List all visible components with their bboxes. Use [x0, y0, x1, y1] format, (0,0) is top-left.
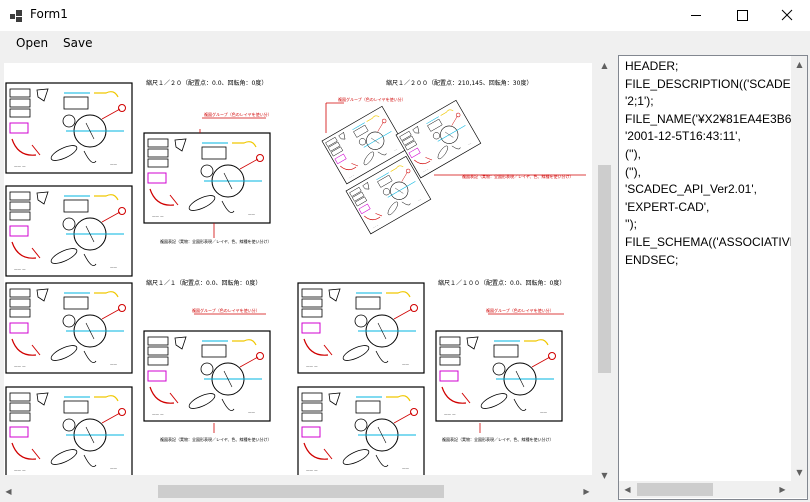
output-line: '2;1');: [625, 94, 654, 109]
menu-bar: Open Save: [0, 31, 810, 55]
drawing-canvas[interactable]: —— — ——: [4, 63, 592, 475]
drawing-sheet: [297, 282, 425, 374]
close-button[interactable]: [764, 0, 810, 31]
drawing-vertical-scrollbar[interactable]: ▲ ▼: [596, 57, 613, 485]
cad-drawing: —— — ——: [5, 79, 586, 475]
output-line: FILE_DESCRIPTION(('SCADEC level 2'),: [625, 76, 791, 91]
drawing-sheet: [297, 386, 425, 475]
output-line: 'SCADEC_API_Ver2.01',: [625, 182, 757, 197]
output-line: HEADER;: [625, 59, 679, 73]
output-line: '2001-12-5T16:43:11',: [625, 129, 741, 144]
horizontal-scroll-thumb[interactable]: [637, 483, 713, 496]
maximize-button[interactable]: [719, 0, 765, 31]
close-icon: [781, 9, 793, 21]
vertical-scroll-thumb[interactable]: [598, 165, 611, 373]
text-vertical-scrollbar[interactable]: ▲ ▼: [791, 56, 807, 481]
minimize-icon: [691, 15, 701, 16]
drawing-panel: —— — ——: [0, 57, 614, 502]
drawing-horizontal-scrollbar[interactable]: ◀ ▶: [0, 483, 596, 500]
text-horizontal-scrollbar[interactable]: ◀ ▶: [619, 481, 791, 498]
group-note: 複図グループ（色のレイヤを使い分）: [338, 96, 406, 102]
output-line: '');: [625, 217, 637, 232]
scroll-up-icon[interactable]: ▲: [791, 56, 807, 73]
scroll-down-icon[interactable]: ▼: [596, 467, 613, 484]
legend-note: 複図表記（実物：全図形表現／レイヤ、色、線種を使い分け）: [160, 436, 272, 442]
output-text: HEADER; FILE_DESCRIPTION(('SCADEC level 2…: [625, 58, 791, 478]
scale-label-1-1: 縮尺１／１（配置点：0.0、回転角：0度）: [146, 279, 261, 287]
scale-label-1-20: 縮尺１／２０（配置点：0.0、回転角：0度）: [146, 79, 267, 87]
output-line: FILE_NAME('¥X2¥81EA4E3B691: [625, 111, 791, 126]
scale-label-1-100: 縮尺１／１００（配置点：0.0、回転角：0度）: [438, 279, 565, 287]
scroll-right-icon[interactable]: ▶: [774, 481, 791, 498]
legend-note: 複図表記（実物：全図形表現／レイヤ、色、線種を使い分け）: [442, 436, 554, 442]
menu-save[interactable]: Save: [63, 36, 92, 50]
horizontal-scroll-thumb[interactable]: [158, 485, 444, 498]
drawing-sheet: [5, 282, 133, 374]
drawing-sheet: [5, 82, 133, 174]
app-icon: [10, 10, 22, 22]
group-note: 複図グループ（色のレイヤを使い分）: [192, 307, 260, 313]
output-line: 'EXPERT-CAD',: [625, 199, 710, 214]
scroll-up-icon[interactable]: ▲: [596, 57, 613, 74]
scroll-right-icon[interactable]: ▶: [578, 483, 595, 500]
scale-label-1-200: 縮尺１／２００（配置点：210,145、回転角：30度）: [386, 79, 532, 87]
output-line: ENDSEC;: [625, 252, 679, 267]
minimize-button[interactable]: [673, 0, 719, 31]
scroll-left-icon[interactable]: ◀: [619, 481, 636, 498]
window-title: Form1: [30, 7, 68, 21]
menu-open[interactable]: Open: [16, 36, 48, 50]
output-line: FILE_SCHEMA(('ASSOCIATIVE_DRAUGHTING'));: [625, 234, 791, 249]
maximize-icon: [737, 10, 748, 21]
drawing-sheet: [5, 185, 133, 277]
output-line: (''),: [625, 146, 641, 161]
scroll-down-icon[interactable]: ▼: [791, 464, 807, 481]
legend-note: 複図表記（実物：全図形表現／レイヤ、色、線種を使い分け）: [462, 173, 574, 179]
drawing-sheet: [143, 132, 271, 224]
scrollbar-corner: [791, 481, 807, 498]
legend-note: 複図表記（実物：全図形表現／レイヤ、色、線種を使い分け）: [160, 238, 272, 244]
output-textbox[interactable]: HEADER; FILE_DESCRIPTION(('SCADEC level 2…: [618, 55, 808, 500]
group-note: 複図グループ（色のレイヤを使い分）: [486, 307, 554, 313]
drawing-sheet: [435, 330, 563, 422]
output-line: (''),: [625, 164, 641, 179]
title-bar: Form1: [0, 0, 810, 31]
drawing-sheet: [5, 386, 133, 475]
group-note: 複図グループ（色のレイヤを使い分）: [204, 111, 272, 117]
drawing-sheet: [143, 330, 271, 422]
scroll-left-icon[interactable]: ◀: [0, 483, 17, 500]
